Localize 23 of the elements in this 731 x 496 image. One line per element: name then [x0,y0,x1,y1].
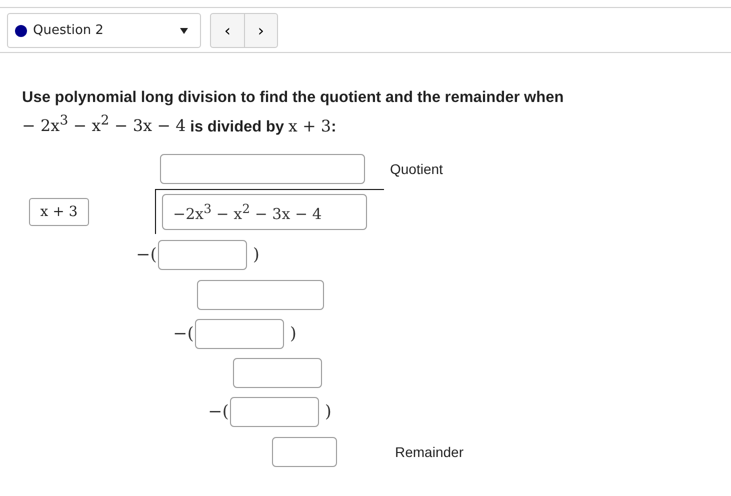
dividend-field[interactable]: −2x$^{3}$ − x$^{2}$ − 3x − 4 [162,194,367,230]
close-paren: ) [324,402,333,422]
caret-icon [180,28,188,34]
remainder-label: Remainder [395,444,464,460]
divisor-box: x + 3 [29,198,89,226]
remainder-field[interactable] [272,437,337,468]
difference-field[interactable] [197,280,324,310]
previous-button[interactable]: ‹ [211,14,244,47]
difference-field[interactable] [233,358,322,388]
quotient-field[interactable] [160,154,365,184]
question-text: Use polynomial long division to find the quotient and the remainder when − 2x$^{3}$ − x$^{2}$ − 3x − 4 is divided by x + 3: [22,88,565,138]
close-paren: ) [288,324,298,344]
close-paren: ) [252,245,261,266]
minus-paren: −( [172,324,195,344]
subtract-field[interactable] [194,319,284,350]
question-label: Question 2 [33,23,104,38]
subtract-field[interactable] [158,240,247,270]
subtract-field[interactable] [230,397,319,428]
next-button[interactable]: › [244,14,277,47]
question-dropdown[interactable]: Question 2 [7,13,201,48]
quotient-label: Quotient [390,161,443,178]
minus-paren: −( [135,245,158,266]
minus-paren: −( [207,402,230,422]
